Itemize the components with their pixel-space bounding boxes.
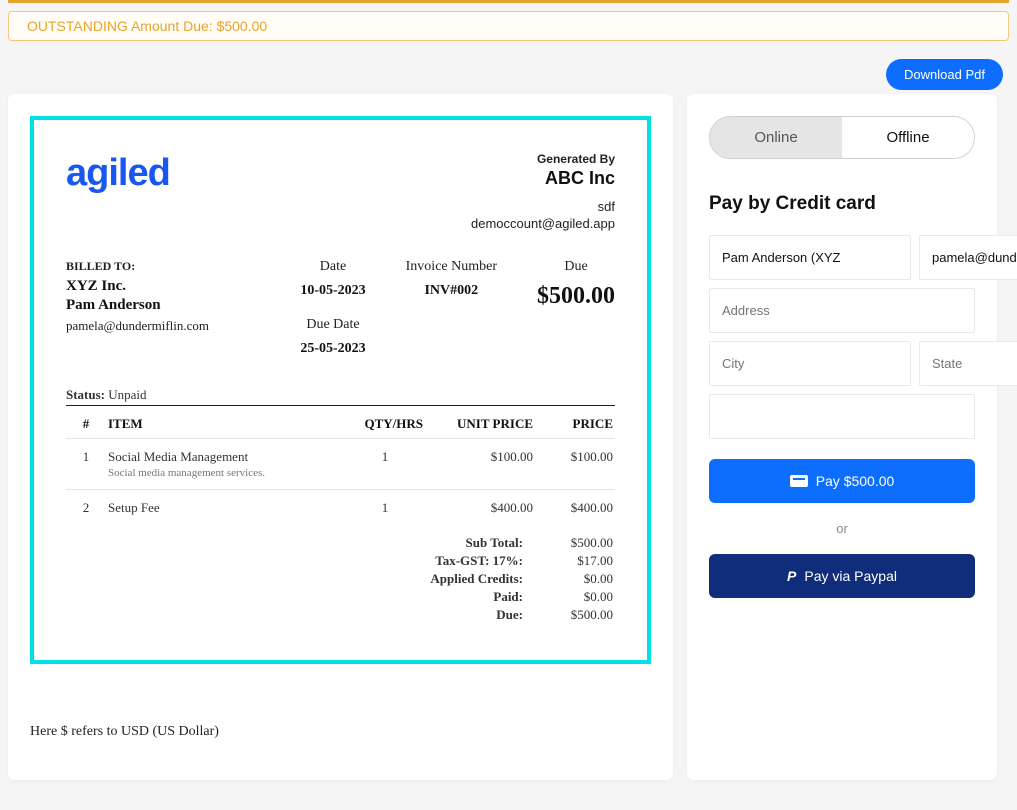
credits-value: $0.00 xyxy=(525,570,615,588)
line-qty: 1 xyxy=(345,490,425,527)
pay-title: Pay by Credit card xyxy=(709,193,975,215)
generated-by-company: ABC Inc xyxy=(471,168,615,189)
line-num: 2 xyxy=(66,490,106,527)
col-num: # xyxy=(66,410,106,439)
due-label: Due xyxy=(537,259,615,275)
pay-button[interactable]: Pay $500.00 xyxy=(709,459,975,503)
due-date-label: Due Date xyxy=(300,317,365,333)
invoice-frame: agiled Generated By ABC Inc sdf democcou… xyxy=(30,116,651,664)
date-value: 10-05-2023 xyxy=(300,283,365,299)
paypal-button-label: Pay via Paypal xyxy=(804,568,897,584)
col-qty: QTY/HRS xyxy=(345,410,425,439)
tab-online[interactable]: Online xyxy=(710,117,842,158)
email-field[interactable] xyxy=(919,235,1017,280)
payment-panel: Online Offline Pay by Credit card Pay $5… xyxy=(687,94,997,780)
payment-tabs: Online Offline xyxy=(709,116,975,159)
name-field[interactable] xyxy=(709,235,911,280)
tab-offline[interactable]: Offline xyxy=(842,117,974,158)
table-row: 1Social Media ManagementSocial media man… xyxy=(66,439,615,490)
logo: agiled xyxy=(66,152,170,195)
tax-value: $17.00 xyxy=(525,552,615,570)
invoice-number-label: Invoice Number xyxy=(406,259,497,275)
outstanding-banner: OUTSTANDING Amount Due: $500.00 xyxy=(8,11,1009,41)
pay-button-label: Pay $500.00 xyxy=(816,473,895,489)
line-price: $100.00 xyxy=(535,439,615,490)
or-divider: or xyxy=(709,521,975,536)
line-unit: $400.00 xyxy=(425,490,535,527)
paypal-icon: P xyxy=(787,568,796,584)
subtotal-value: $500.00 xyxy=(525,534,615,552)
status: Status: Unpaid xyxy=(66,387,615,403)
billed-to-name: Pam Anderson xyxy=(66,297,266,314)
paypal-button[interactable]: P Pay via Paypal xyxy=(709,554,975,598)
due-date-value: 25-05-2023 xyxy=(300,341,365,357)
reference-text: sdf xyxy=(471,199,615,214)
card-icon xyxy=(790,475,808,487)
extra-field[interactable] xyxy=(709,394,975,439)
due-total-label: Due: xyxy=(66,606,525,624)
line-desc: Social media management services. xyxy=(108,467,343,479)
state-field[interactable] xyxy=(919,341,1017,386)
invoice-number-value: INV#002 xyxy=(406,283,497,299)
subtotal-label: Sub Total: xyxy=(66,534,525,552)
date-label: Date xyxy=(300,259,365,275)
generated-by-label: Generated By xyxy=(471,152,615,166)
due-total-value: $500.00 xyxy=(525,606,615,624)
billed-to-company: XYZ Inc. xyxy=(66,278,266,295)
line-qty: 1 xyxy=(345,439,425,490)
currency-note: Here $ refers to USD (US Dollar) xyxy=(30,724,651,740)
billed-to-label: BILLED TO: xyxy=(66,259,266,274)
line-num: 1 xyxy=(66,439,106,490)
col-item: ITEM xyxy=(106,410,345,439)
download-pdf-button[interactable]: Download Pdf xyxy=(886,59,1003,90)
totals: Sub Total:$500.00 Tax-GST: 17%:$17.00 Ap… xyxy=(66,534,615,624)
col-price: PRICE xyxy=(535,410,615,439)
credits-label: Applied Credits: xyxy=(66,570,525,588)
line-item: Setup Fee xyxy=(106,490,345,527)
line-items-table: # ITEM QTY/HRS UNIT PRICE PRICE 1Social … xyxy=(66,410,615,526)
address-field[interactable] xyxy=(709,288,975,333)
due-amount: $500.00 xyxy=(537,283,615,310)
line-unit: $100.00 xyxy=(425,439,535,490)
col-unit: UNIT PRICE xyxy=(425,410,535,439)
status-label: Status: xyxy=(66,387,105,402)
city-field[interactable] xyxy=(709,341,911,386)
line-item: Social Media ManagementSocial media mana… xyxy=(106,439,345,490)
line-price: $400.00 xyxy=(535,490,615,527)
tax-label: Tax-GST: 17%: xyxy=(66,552,525,570)
paid-value: $0.00 xyxy=(525,588,615,606)
billed-to-email: pamela@dundermiflin.com xyxy=(66,318,266,334)
status-value: Unpaid xyxy=(108,387,146,402)
table-row: 2Setup Fee1$400.00$400.00 xyxy=(66,490,615,527)
paid-label: Paid: xyxy=(66,588,525,606)
invoice-card: agiled Generated By ABC Inc sdf democcou… xyxy=(8,94,673,780)
sender-email: democcount@agiled.app xyxy=(471,216,615,231)
